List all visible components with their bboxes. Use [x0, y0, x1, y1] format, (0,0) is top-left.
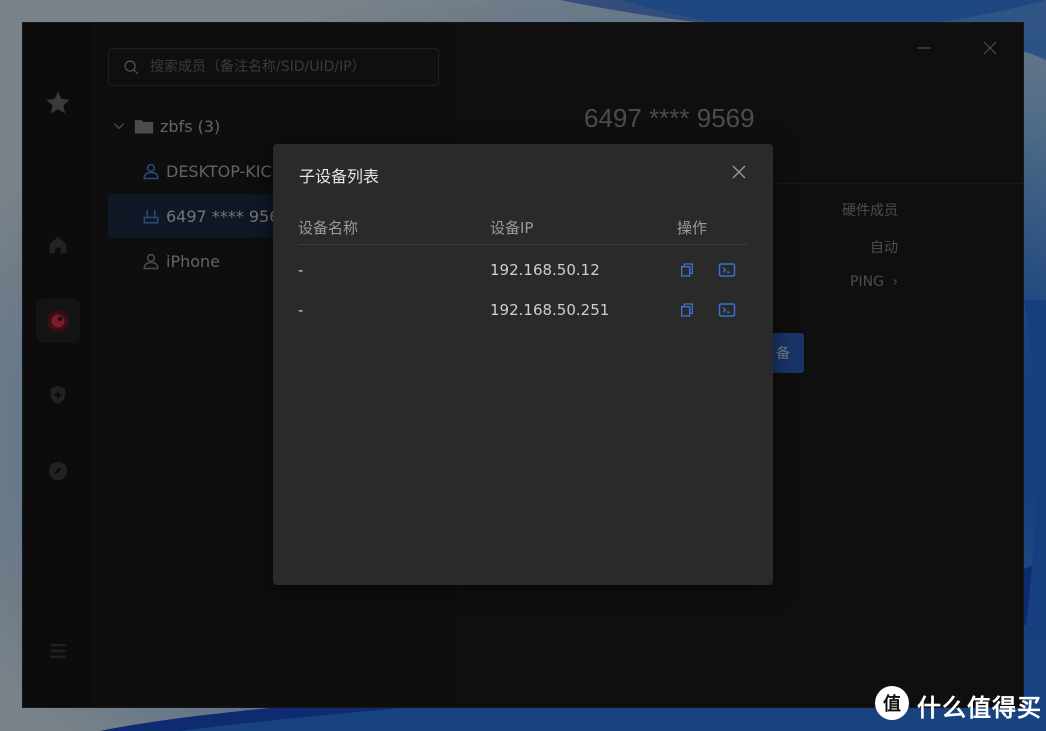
column-header-name: 设备名称	[298, 219, 359, 237]
sub-device-dialog: 子设备列表 设备名称 设备IP 操作 - 192.168.50.12 - 192…	[273, 144, 773, 585]
header-divider	[298, 244, 748, 245]
copy-icon[interactable]	[677, 260, 697, 280]
device-ip-cell: 192.168.50.12	[490, 261, 600, 279]
terminal-icon[interactable]	[717, 300, 737, 320]
column-header-actions: 操作	[677, 219, 708, 237]
terminal-icon[interactable]	[717, 260, 737, 280]
close-icon[interactable]	[725, 158, 753, 186]
watermark-logo: 值	[875, 686, 909, 720]
dialog-title: 子设备列表	[299, 167, 380, 186]
device-ip-cell: 192.168.50.251	[490, 301, 610, 319]
copy-icon[interactable]	[677, 300, 697, 320]
watermark-badge: 值	[883, 694, 901, 715]
device-name-cell: -	[298, 301, 304, 319]
watermark-text: 什么值得买	[917, 694, 1042, 722]
column-header-ip: 设备IP	[490, 219, 534, 237]
device-name-cell: -	[298, 261, 304, 279]
